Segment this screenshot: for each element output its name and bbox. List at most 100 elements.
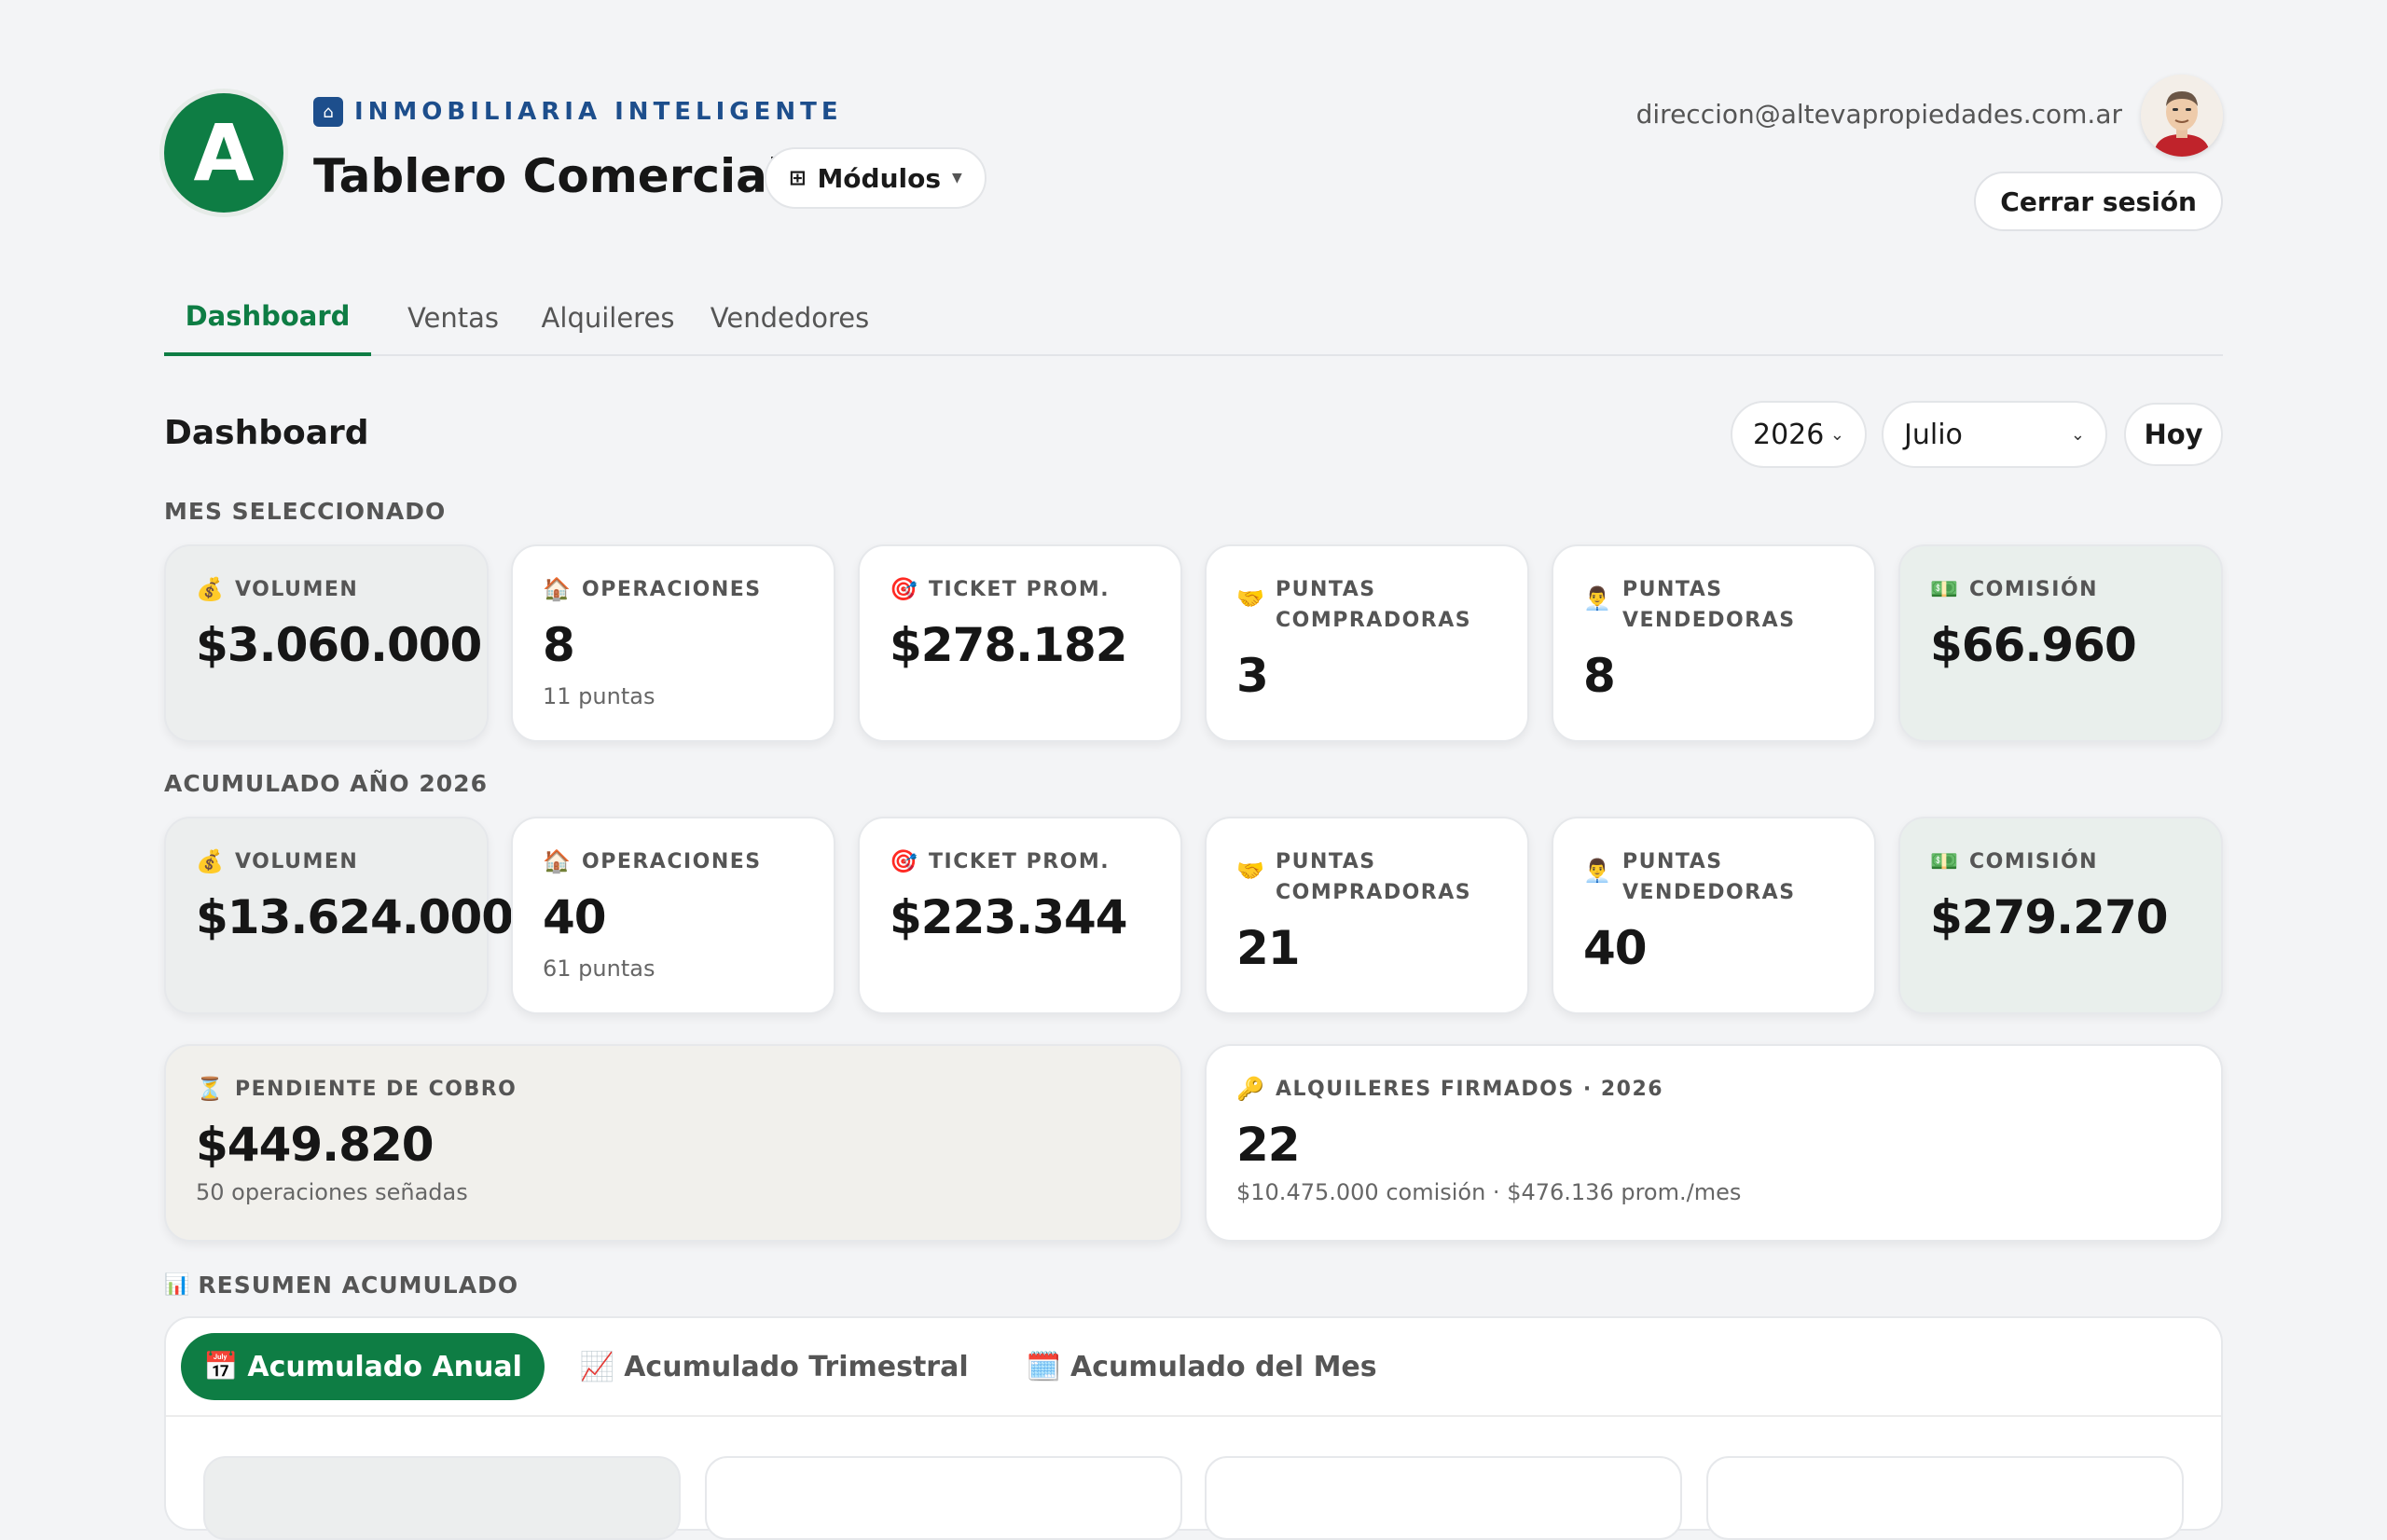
tab-acumulado-trimestral[interactable]: 📈 Acumulado Trimestral (558, 1333, 991, 1400)
kpi-label: TICKET PROM. (929, 850, 1111, 873)
main-tabs: Dashboard Ventas Alquileres Vendedores (164, 280, 2223, 356)
chevron-down-icon: ⌄ (1829, 424, 1844, 445)
year-value: 2026 (1753, 418, 1825, 451)
hourglass-icon: ⏳ (196, 1076, 226, 1102)
user-email: direccion@altevapropiedades.com.ar (1635, 99, 2122, 130)
home-building-icon: ⌂ (313, 97, 343, 127)
kpi-value: $223.344 (890, 890, 1128, 944)
kpi-value: 21 (1236, 921, 1301, 975)
caret-down-icon: ▼ (952, 171, 962, 186)
key-icon: 🔑 (1236, 1076, 1266, 1102)
divider (166, 1415, 2221, 1417)
handshake-icon: 🤝 (1236, 585, 1266, 612)
target-icon: 🎯 (890, 576, 919, 602)
kpi-label: OPERACIONES (582, 850, 762, 873)
kpi-value: $66.960 (1930, 618, 2137, 672)
calendar-icon: 📅 (203, 1350, 239, 1383)
kpi-card-ticket: 🎯 TICKET PROM. $278.182 (858, 544, 1182, 742)
tab-label: Acumulado Anual (247, 1350, 522, 1383)
chevron-down-icon: ⌄ (2070, 424, 2085, 445)
kpi-sub: 11 puntas (543, 683, 655, 709)
kpi-value: $3.060.000 (196, 618, 482, 672)
kpi-label: PUNTAS COMPRADORAS (1276, 850, 1472, 904)
kpi-label: PUNTAS COMPRADORAS (1276, 578, 1472, 632)
tab-label: Acumulado Trimestral (624, 1350, 969, 1383)
kpi-card-buyer-points: 🤝 PUNTAS COMPRADORAS 3 (1205, 544, 1529, 742)
summary-label-text: RESUMEN ACUMULADO (198, 1272, 519, 1299)
kpi-value: 8 (543, 618, 575, 672)
kpi-card-commission: 💵 COMISIÓN $66.960 (1898, 544, 2223, 742)
kpi-card-seller-points: 👨‍💼 PUNTAS VENDEDORAS 8 (1552, 544, 1876, 742)
avatar-illustration-icon (2141, 75, 2223, 157)
tab-acumulado-del-mes[interactable]: 🗓️ Acumulado del Mes (1004, 1333, 1400, 1400)
tab-vendedores[interactable]: Vendedores (696, 280, 884, 356)
modules-label: Módulos (817, 162, 942, 194)
company-logo: A (164, 93, 283, 213)
cash-icon: 💵 (1930, 848, 1960, 874)
kpi-label: VOLUMEN (235, 850, 359, 873)
rentals-value: 22 (1236, 1118, 1301, 1172)
month-value: Julio (1904, 418, 1963, 451)
pending-sub: 50 operaciones señadas (196, 1179, 468, 1205)
brand-name: INMOBILIARIA INTELIGENTE (354, 98, 843, 126)
kpi-card-commission: 💵 COMISIÓN $279.270 (1898, 817, 2223, 1014)
month-select[interactable]: Julio ⌄ (1882, 401, 2107, 468)
tab-ventas[interactable]: Ventas (393, 280, 513, 356)
house-icon: 🏠 (543, 848, 573, 874)
kpi-card-operations: 🏠 OPERACIONES 8 11 puntas (511, 544, 835, 742)
kpi-value: 8 (1583, 649, 1616, 703)
user-avatar[interactable] (2141, 75, 2223, 157)
kpi-card-ticket: 🎯 TICKET PROM. $223.344 (858, 817, 1182, 1014)
modules-button[interactable]: ⊞ Módulos ▼ (765, 147, 987, 209)
grid-icon: ⊞ (789, 166, 807, 190)
page: A ⌂ INMOBILIARIA INTELIGENTE Tablero Com… (164, 0, 2223, 1540)
dashboard-title: Dashboard (164, 414, 369, 452)
kpi-card-buyer-points: 🤝 PUNTAS COMPRADORAS 21 (1205, 817, 1529, 1014)
month-section-label: MES SELECCIONADO (164, 498, 447, 525)
kpi-label: OPERACIONES (582, 578, 762, 601)
handshake-icon: 🤝 (1236, 858, 1266, 884)
kpi-label: VOLUMEN (235, 578, 359, 601)
money-bag-icon: 💰 (196, 848, 226, 874)
today-button[interactable]: Hoy (2124, 403, 2223, 466)
summary-card (1205, 1456, 1682, 1540)
kpi-value: $279.270 (1930, 890, 2169, 944)
salesperson-icon: 👨‍💼 (1583, 858, 1613, 884)
pending-label: PENDIENTE DE COBRO (235, 1078, 517, 1101)
kpi-value: 40 (1583, 921, 1648, 975)
rentals-signed-card: 🔑 ALQUILERES FIRMADOS · 2026 22 $10.475.0… (1205, 1044, 2223, 1242)
summary-card (705, 1456, 1182, 1540)
house-icon: 🏠 (543, 576, 573, 602)
rentals-label: ALQUILERES FIRMADOS · 2026 (1276, 1078, 1664, 1101)
rentals-sub: $10.475.000 comisión · $476.136 prom./me… (1236, 1179, 1742, 1205)
kpi-label: COMISIÓN (1969, 850, 2099, 873)
kpi-value: 3 (1236, 649, 1269, 703)
money-bag-icon: 💰 (196, 576, 226, 602)
pending-collection-card: ⏳ PENDIENTE DE COBRO $449.820 50 operacio… (164, 1044, 1182, 1242)
target-icon: 🎯 (890, 848, 919, 874)
spiral-calendar-icon: 🗓️ (1026, 1350, 1061, 1383)
kpi-card-operations: 🏠 OPERACIONES 40 61 puntas (511, 817, 835, 1014)
app-title: Tablero Comercial (313, 149, 784, 203)
kpi-label: PUNTAS VENDEDORAS (1622, 578, 1796, 632)
summary-tabs: 📅 Acumulado Anual 📈 Acumulado Trimestral… (181, 1333, 1400, 1400)
kpi-card-volume: 💰 VOLUMEN $13.624.000 (164, 817, 514, 1014)
chart-increasing-icon: 📈 (579, 1350, 615, 1383)
summary-card (1706, 1456, 2184, 1540)
salesperson-icon: 👨‍💼 (1583, 585, 1613, 612)
year-select[interactable]: 2026 ⌄ (1731, 401, 1867, 468)
summary-panel: 📅 Acumulado Anual 📈 Acumulado Trimestral… (164, 1316, 2223, 1540)
kpi-value: $13.624.000 (196, 890, 514, 944)
tab-acumulado-anual[interactable]: 📅 Acumulado Anual (181, 1333, 545, 1400)
tab-alquileres[interactable]: Alquileres (530, 280, 686, 356)
tab-dashboard[interactable]: Dashboard (164, 280, 371, 356)
summary-section-label: 📊 RESUMEN ACUMULADO (164, 1272, 518, 1299)
kpi-value: 40 (543, 890, 607, 944)
tab-label: Acumulado del Mes (1069, 1350, 1377, 1383)
kpi-card-seller-points: 👨‍💼 PUNTAS VENDEDORAS 40 (1552, 817, 1876, 1014)
kpi-label: TICKET PROM. (929, 578, 1111, 601)
pending-value: $449.820 (196, 1118, 435, 1172)
kpi-card-volume: 💰 VOLUMEN $3.060.000 (164, 544, 489, 742)
summary-card (203, 1456, 681, 1540)
logout-button[interactable]: Cerrar sesión (1974, 172, 2223, 231)
